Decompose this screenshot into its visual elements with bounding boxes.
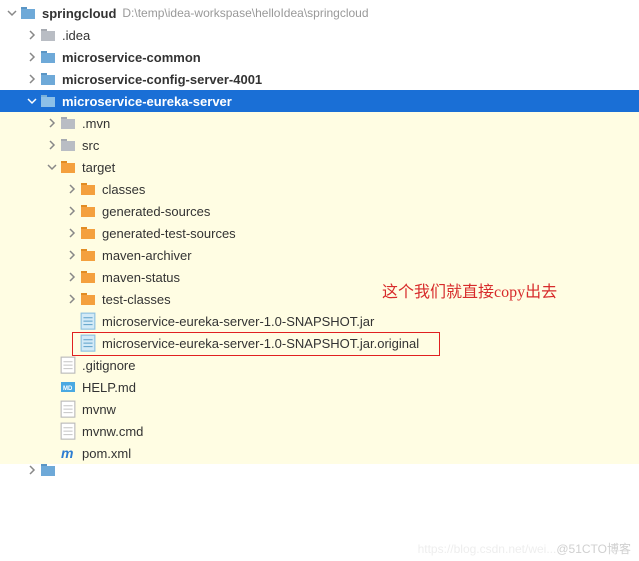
tree-row-idea[interactable]: .idea xyxy=(0,24,639,46)
tree-row-testclasses[interactable]: test-classes xyxy=(0,288,639,310)
folder-icon xyxy=(80,247,96,263)
jar-file-icon xyxy=(80,335,96,351)
tree-row-gitignore[interactable]: .gitignore xyxy=(0,354,639,376)
chevron-right-icon[interactable] xyxy=(24,27,40,43)
tree-row-config[interactable]: microservice-config-server-4001 xyxy=(0,68,639,90)
node-label: microservice-eureka-server-1.0-SNAPSHOT.… xyxy=(102,336,419,351)
node-label: microservice-config-server-4001 xyxy=(62,72,262,87)
tree-row-mvnw[interactable]: mvnw xyxy=(0,398,639,420)
chevron-right-icon[interactable] xyxy=(64,269,80,285)
chevron-right-icon[interactable] xyxy=(24,49,40,65)
chevron-down-icon[interactable] xyxy=(44,159,60,175)
tree-row-gensrc[interactable]: generated-sources xyxy=(0,200,639,222)
tree-row-jar[interactable]: microservice-eureka-server-1.0-SNAPSHOT.… xyxy=(0,310,639,332)
chevron-right-icon[interactable] xyxy=(44,137,60,153)
tree-row-eureka[interactable]: microservice-eureka-server xyxy=(0,90,639,112)
chevron-right-icon[interactable] xyxy=(24,464,40,476)
tree-row-common[interactable]: microservice-common xyxy=(0,46,639,68)
folder-icon xyxy=(60,159,76,175)
project-tree: springcloud D:\temp\idea-workspase\hello… xyxy=(0,0,639,476)
folder-icon xyxy=(40,27,56,43)
chevron-down-icon[interactable] xyxy=(24,93,40,109)
node-label: .idea xyxy=(62,28,90,43)
tree-row-pom[interactable]: m pom.xml xyxy=(0,442,639,464)
node-label: microservice-eureka-server xyxy=(62,94,232,109)
node-label: .mvn xyxy=(82,116,110,131)
tree-row-gentest[interactable]: generated-test-sources xyxy=(0,222,639,244)
tree-row-jarorig[interactable]: microservice-eureka-server-1.0-SNAPSHOT.… xyxy=(0,332,639,354)
tree-row-classes[interactable]: classes xyxy=(0,178,639,200)
folder-icon xyxy=(60,137,76,153)
tree-row-src[interactable]: src xyxy=(0,134,639,156)
file-icon xyxy=(60,423,76,439)
node-label: maven-archiver xyxy=(102,248,192,263)
module-folder-icon xyxy=(40,71,56,87)
tree-row-root[interactable]: springcloud D:\temp\idea-workspase\hello… xyxy=(0,2,639,24)
root-label: springcloud xyxy=(42,6,116,21)
root-path: D:\temp\idea-workspase\helloIdea\springc… xyxy=(122,6,368,20)
tree-row-cropped[interactable] xyxy=(0,464,639,476)
tree-row-mvnwcmd[interactable]: mvnw.cmd xyxy=(0,420,639,442)
watermark-text: @51CTO博客 xyxy=(556,542,631,556)
folder-icon xyxy=(80,269,96,285)
node-label: src xyxy=(82,138,99,153)
folder-icon xyxy=(80,225,96,241)
module-folder-icon xyxy=(40,93,56,109)
folder-icon xyxy=(80,203,96,219)
jar-file-icon xyxy=(80,313,96,329)
folder-icon xyxy=(80,291,96,307)
chevron-right-icon[interactable] xyxy=(44,115,60,131)
node-label: generated-sources xyxy=(102,204,210,219)
folder-icon xyxy=(60,115,76,131)
tree-row-target[interactable]: target xyxy=(0,156,639,178)
chevron-right-icon[interactable] xyxy=(64,225,80,241)
tree-row-help[interactable]: MD HELP.md xyxy=(0,376,639,398)
tree-row-status[interactable]: maven-status xyxy=(0,266,639,288)
module-folder-icon xyxy=(40,49,56,65)
markdown-file-icon: MD xyxy=(60,379,76,395)
node-label: microservice-common xyxy=(62,50,201,65)
watermark-faint: https://blog.csdn.net/wei... xyxy=(418,542,557,556)
maven-file-icon: m xyxy=(60,445,76,461)
node-label: pom.xml xyxy=(82,446,131,461)
folder-icon xyxy=(20,5,36,21)
watermark: https://blog.csdn.net/wei...@51CTO博客 xyxy=(418,540,631,557)
chevron-right-icon[interactable] xyxy=(24,71,40,87)
node-label: HELP.md xyxy=(82,380,136,395)
svg-text:MD: MD xyxy=(63,386,73,392)
node-label: target xyxy=(82,160,115,175)
node-label: microservice-eureka-server-1.0-SNAPSHOT.… xyxy=(102,314,374,329)
chevron-right-icon[interactable] xyxy=(64,291,80,307)
node-label: mvnw xyxy=(82,402,116,417)
svg-text:m: m xyxy=(61,445,73,461)
chevron-down-icon[interactable] xyxy=(4,5,20,21)
chevron-right-icon[interactable] xyxy=(64,181,80,197)
file-icon xyxy=(60,357,76,373)
chevron-right-icon[interactable] xyxy=(64,247,80,263)
module-folder-icon xyxy=(40,464,56,476)
node-label: maven-status xyxy=(102,270,180,285)
folder-icon xyxy=(80,181,96,197)
tree-row-mvn[interactable]: .mvn xyxy=(0,112,639,134)
file-icon xyxy=(60,401,76,417)
node-label: mvnw.cmd xyxy=(82,424,143,439)
node-label: generated-test-sources xyxy=(102,226,236,241)
tree-row-archiver[interactable]: maven-archiver xyxy=(0,244,639,266)
node-label: .gitignore xyxy=(82,358,135,373)
node-label: test-classes xyxy=(102,292,171,307)
chevron-right-icon[interactable] xyxy=(64,203,80,219)
node-label: classes xyxy=(102,182,145,197)
